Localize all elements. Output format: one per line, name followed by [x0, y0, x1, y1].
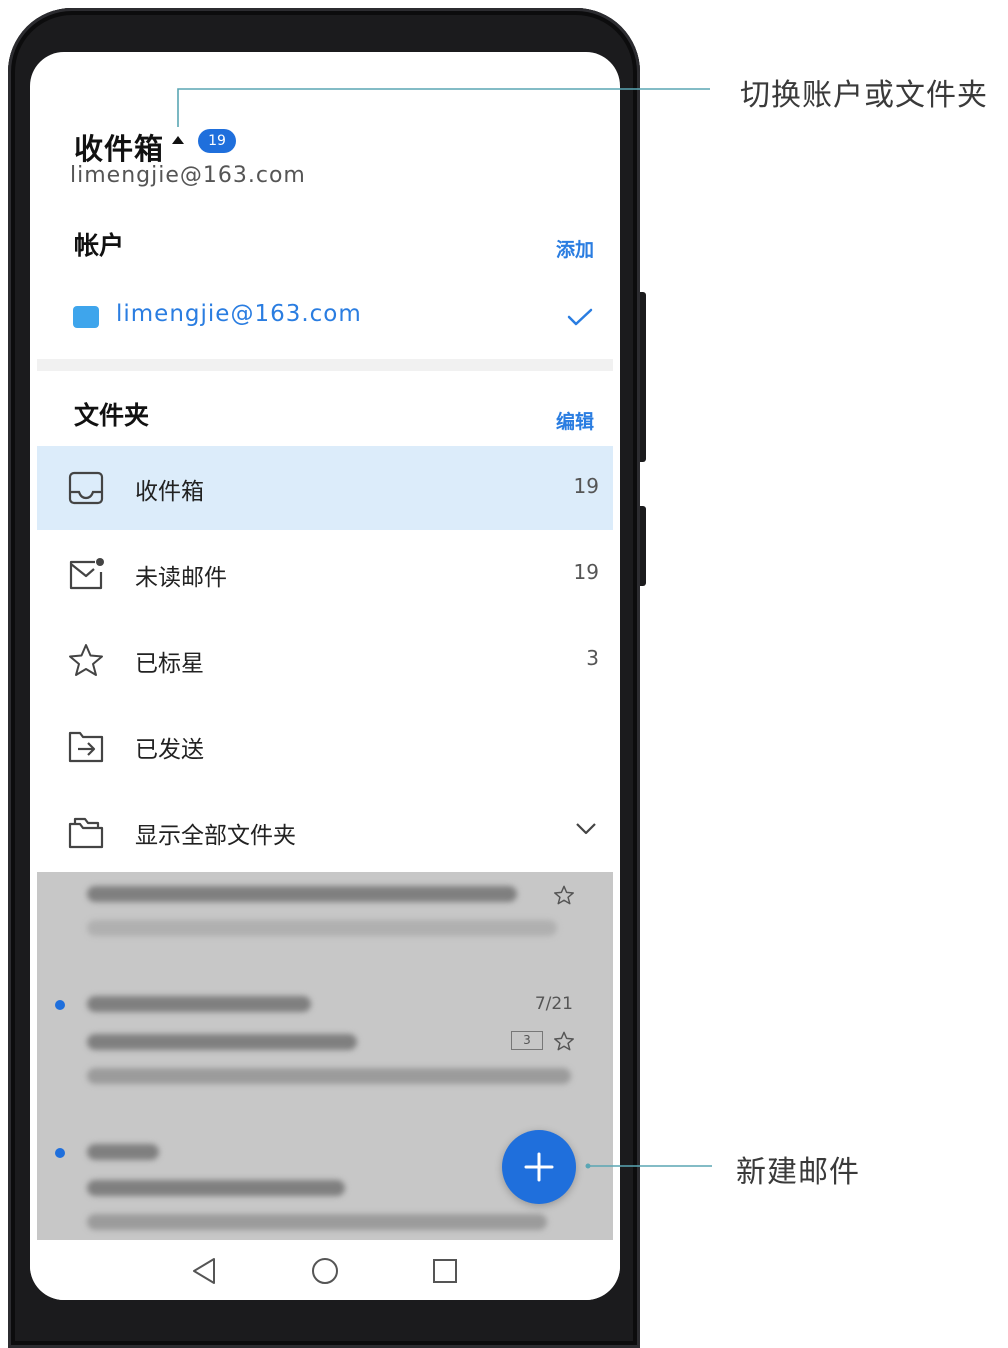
callout-lines	[177, 88, 712, 1169]
callout-new-mail: 新建邮件	[736, 1155, 860, 1190]
callout-switch-account: 切换账户或文件夹	[740, 78, 988, 113]
